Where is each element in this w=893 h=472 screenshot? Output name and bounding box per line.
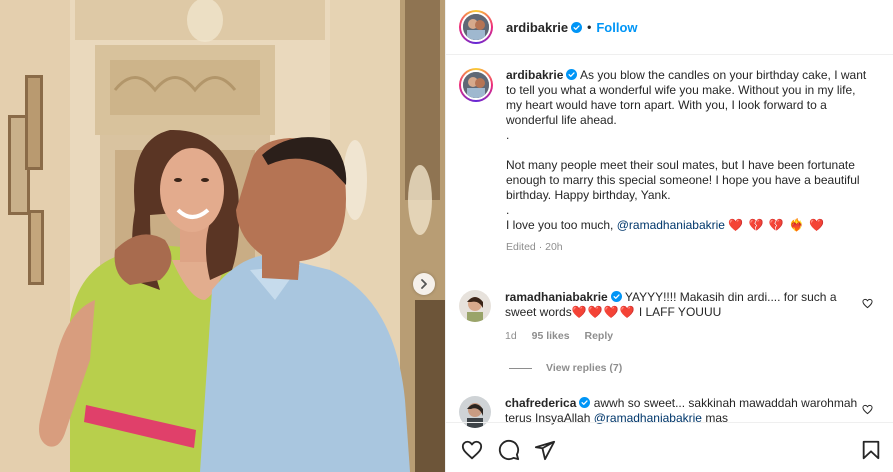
- caption-dot: .: [506, 128, 510, 142]
- separator-dot: •: [587, 20, 592, 34]
- comment-meta: 1d 95 likes Reply: [505, 329, 860, 344]
- post-caption: ardibakrie As you blow the candles on yo…: [459, 68, 884, 255]
- avatar-image: [459, 290, 491, 322]
- verified-badge-icon: [610, 291, 622, 302]
- heart-outline-icon[interactable]: [461, 439, 483, 461]
- post-photo: [0, 0, 445, 472]
- next-image-button[interactable]: [413, 273, 435, 295]
- post-time[interactable]: 20h: [545, 241, 563, 253]
- post-sidebar: ardibakrie • Follow ardibakrie As you bl…: [445, 0, 893, 472]
- caption-mention-link[interactable]: @ramadhaniabakrie: [617, 218, 725, 232]
- caption-paragraph-2: Not many people meet their soul mates, b…: [506, 158, 860, 202]
- comment-time[interactable]: 1d: [505, 330, 517, 342]
- view-replies-label: View replies (7): [546, 362, 623, 374]
- comment-icon[interactable]: [498, 439, 520, 461]
- follow-button[interactable]: Follow: [596, 20, 637, 35]
- caption-username[interactable]: ardibakrie: [506, 68, 563, 82]
- comment-username[interactable]: chafrederica: [505, 396, 576, 410]
- caption-emoji: ❤️ 💔 💔 ❤️‍🔥 ❤️: [728, 218, 826, 232]
- reply-button[interactable]: Reply: [584, 330, 613, 342]
- comment-username[interactable]: ramadhaniabakrie: [505, 290, 608, 304]
- view-replies-button[interactable]: View replies (7): [509, 362, 622, 374]
- comment-likes[interactable]: 95 likes: [532, 330, 570, 342]
- avatar[interactable]: [459, 10, 493, 44]
- verified-badge-icon: [571, 21, 583, 33]
- avatar-image: [463, 72, 489, 98]
- post-username[interactable]: ardibakrie: [506, 20, 568, 35]
- heart-outline-icon[interactable]: [862, 404, 873, 415]
- post-header: ardibakrie • Follow: [446, 0, 893, 55]
- comment-emoji: ❤️❤️❤️❤️: [571, 305, 636, 319]
- post-meta: Edited · 20h: [506, 241, 563, 253]
- caption-paragraph-3: I love you too much,: [506, 218, 614, 232]
- heart-outline-icon[interactable]: [862, 298, 873, 309]
- avatar-image: [463, 14, 489, 40]
- chevron-right-icon: [421, 279, 427, 289]
- comment-text-end: I LAFF YOUUU: [638, 305, 722, 319]
- action-bar: [446, 422, 893, 472]
- caption-text: ardibakrie As you blow the candles on yo…: [506, 68, 871, 255]
- caption-dot: .: [506, 203, 510, 217]
- verified-badge-icon: [566, 69, 578, 80]
- edited-label: Edited: [506, 241, 536, 253]
- verified-badge-icon: [579, 397, 591, 408]
- comment-item: ramadhaniabakrie YAYYY!!!! Makasih din a…: [459, 290, 889, 344]
- divider-line: [509, 367, 532, 369]
- post-image: [0, 0, 445, 472]
- paper-plane-icon[interactable]: [534, 439, 556, 461]
- bookmark-icon[interactable]: [860, 439, 882, 461]
- comment-body: ramadhaniabakrie YAYYY!!!! Makasih din a…: [505, 290, 860, 344]
- comment-avatar[interactable]: [459, 290, 491, 322]
- caption-avatar[interactable]: [459, 68, 493, 102]
